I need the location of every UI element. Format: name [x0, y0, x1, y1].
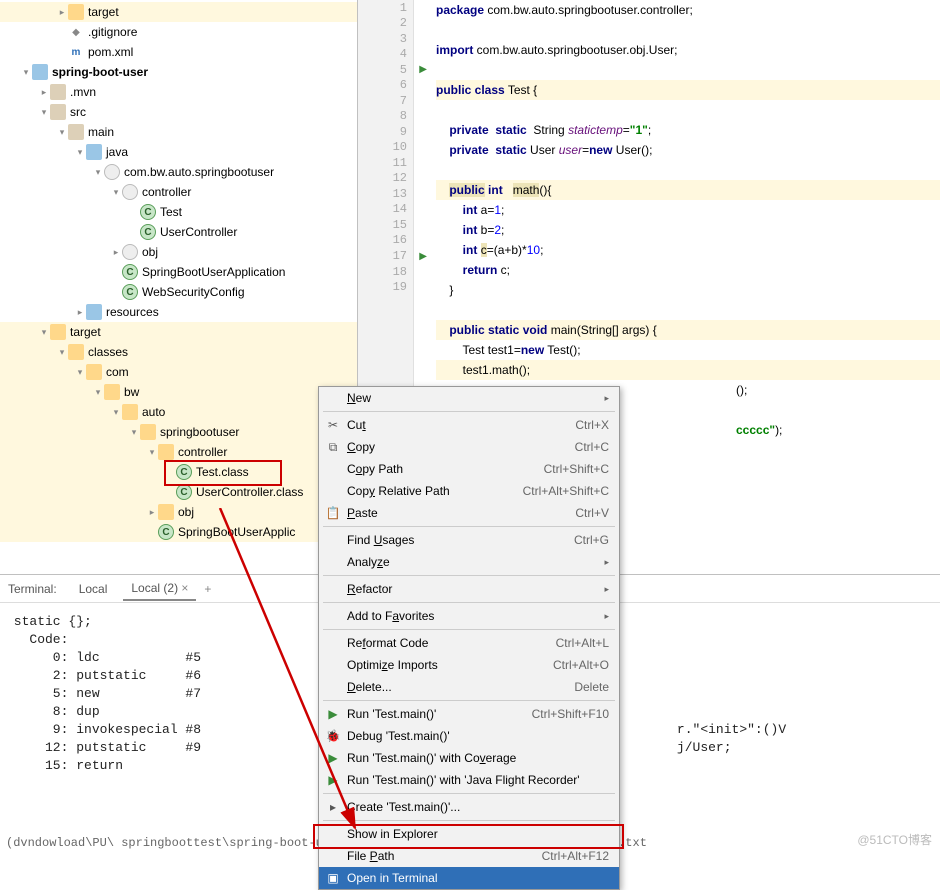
- menu-icon: ⧉: [325, 440, 341, 455]
- tree-item[interactable]: CUserController.class: [0, 482, 357, 502]
- folder-open-icon: [104, 384, 120, 400]
- menu-item[interactable]: 📋PasteCtrl+V: [319, 502, 619, 524]
- menu-item[interactable]: ▸Create 'Test.main()'...: [319, 796, 619, 818]
- menu-item[interactable]: Optimize ImportsCtrl+Alt+O: [319, 654, 619, 676]
- folder-open-icon: [140, 424, 156, 440]
- classicon-icon: C: [140, 224, 156, 240]
- file-git-icon: ◆: [68, 24, 84, 40]
- tree-item[interactable]: ▾src: [0, 102, 357, 122]
- tree-item[interactable]: ▾springbootuser: [0, 422, 357, 442]
- menu-item[interactable]: 🐞Debug 'Test.main()': [319, 725, 619, 747]
- folder-blue-icon: [86, 144, 102, 160]
- folder-open-icon: [158, 504, 174, 520]
- classicon-icon: C: [158, 524, 174, 540]
- tree-item[interactable]: ▸resources: [0, 302, 357, 322]
- pkg-icon: [122, 184, 138, 200]
- menu-item[interactable]: Show in Explorer: [319, 823, 619, 845]
- terminal-label: Terminal:: [8, 582, 63, 596]
- context-menu[interactable]: New▸ ✂CutCtrl+X⧉CopyCtrl+CCopy PathCtrl+S…: [318, 386, 620, 890]
- terminal-tab-local[interactable]: Local: [71, 578, 116, 600]
- menu-item[interactable]: Reformat CodeCtrl+Alt+L: [319, 632, 619, 654]
- classicon-icon: C: [176, 484, 192, 500]
- pkg-icon: [122, 244, 138, 260]
- menu-item[interactable]: New▸: [319, 387, 619, 409]
- tree-item[interactable]: ▸target: [0, 2, 357, 22]
- menu-item[interactable]: ⧉CopyCtrl+C: [319, 436, 619, 458]
- folder-blue-icon: [86, 304, 102, 320]
- tree-item[interactable]: ▾controller: [0, 442, 357, 462]
- menu-icon: ▶: [325, 751, 341, 765]
- terminal-tab-local2[interactable]: Local (2) ×: [123, 577, 196, 601]
- menu-icon: 📋: [325, 506, 341, 520]
- classicon-icon: C: [122, 264, 138, 280]
- terminal-add-icon[interactable]: +: [204, 582, 211, 596]
- menu-icon: ▸: [325, 800, 341, 814]
- menu-item[interactable]: Copy PathCtrl+Shift+C: [319, 458, 619, 480]
- tree-item[interactable]: CUserController: [0, 222, 357, 242]
- menu-icon: ✂: [325, 418, 341, 432]
- tree-item[interactable]: ◆.gitignore: [0, 22, 357, 42]
- tree-item[interactable]: ▾auto: [0, 402, 357, 422]
- folder-closed-icon: [68, 124, 84, 140]
- file-m-icon: m: [68, 44, 84, 60]
- tree-item[interactable]: ▾main: [0, 122, 357, 142]
- classicon-icon: C: [122, 284, 138, 300]
- tree-item[interactable]: mpom.xml: [0, 42, 357, 62]
- project-tree[interactable]: ▸target◆.gitignorempom.xml▾spring-boot-u…: [0, 0, 358, 574]
- folder-open-icon: [68, 4, 84, 20]
- menu-item[interactable]: Copy Relative PathCtrl+Alt+Shift+C: [319, 480, 619, 502]
- menu-item[interactable]: ▶Run 'Test.main()' with Coverage: [319, 747, 619, 769]
- tree-item[interactable]: ▾classes: [0, 342, 357, 362]
- folder-open-icon: [86, 364, 102, 380]
- folder-closed-icon: [50, 104, 66, 120]
- menu-item[interactable]: Analyze▸: [319, 551, 619, 573]
- tree-item[interactable]: CWebSecurityConfig: [0, 282, 357, 302]
- tree-item[interactable]: CTest: [0, 202, 357, 222]
- menu-item[interactable]: Delete...Delete: [319, 676, 619, 698]
- folder-open-icon: [50, 324, 66, 340]
- menu-icon: ▶: [325, 773, 341, 787]
- classicon-icon: C: [176, 464, 192, 480]
- tree-item[interactable]: CTest.class: [0, 462, 357, 482]
- tree-item[interactable]: ▸obj: [0, 502, 357, 522]
- folder-closed-icon: [50, 84, 66, 100]
- tree-item[interactable]: ▾spring-boot-user: [0, 62, 357, 82]
- folder-open-icon: [68, 344, 84, 360]
- folder-blue-icon: [32, 64, 48, 80]
- menu-item[interactable]: ▣Open in Terminal: [319, 867, 619, 889]
- tree-item[interactable]: ▸.mvn: [0, 82, 357, 102]
- tree-item[interactable]: ▾com: [0, 362, 357, 382]
- tree-item[interactable]: ▾controller: [0, 182, 357, 202]
- tree-item[interactable]: ▾java: [0, 142, 357, 162]
- tree-item[interactable]: ▾bw: [0, 382, 357, 402]
- menu-item[interactable]: ▶Run 'Test.main()'Ctrl+Shift+F10: [319, 703, 619, 725]
- menu-item[interactable]: File PathCtrl+Alt+F12: [319, 845, 619, 867]
- tree-item[interactable]: ▸obj: [0, 242, 357, 262]
- folder-open-icon: [122, 404, 138, 420]
- folder-open-icon: [158, 444, 174, 460]
- menu-icon: ▣: [325, 871, 341, 885]
- menu-item[interactable]: Refactor▸: [319, 578, 619, 600]
- menu-icon: 🐞: [325, 729, 341, 743]
- tree-item[interactable]: CSpringBootUserApplication: [0, 262, 357, 282]
- pkg-icon: [104, 164, 120, 180]
- tree-item[interactable]: ▾com.bw.auto.springbootuser: [0, 162, 357, 182]
- watermark: @51CTO博客: [857, 831, 932, 848]
- menu-item[interactable]: Add to Favorites▸: [319, 605, 619, 627]
- menu-item[interactable]: ✂CutCtrl+X: [319, 414, 619, 436]
- classicon-icon: C: [140, 204, 156, 220]
- menu-item[interactable]: ▶Run 'Test.main()' with 'Java Flight Rec…: [319, 769, 619, 791]
- menu-icon: ▶: [325, 707, 341, 721]
- tree-item[interactable]: ▾target: [0, 322, 357, 342]
- menu-item[interactable]: Find UsagesCtrl+G: [319, 529, 619, 551]
- tree-item[interactable]: CSpringBootUserApplic: [0, 522, 357, 542]
